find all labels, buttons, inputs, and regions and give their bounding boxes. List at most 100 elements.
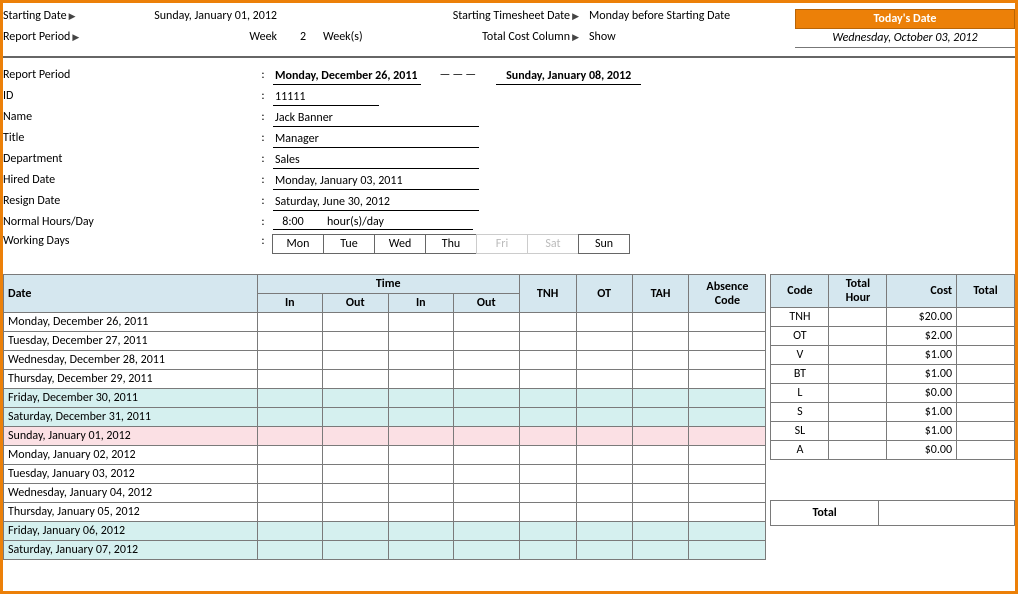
info-department-value[interactable]: Sales — [273, 152, 479, 169]
timesheet-cell[interactable] — [388, 408, 453, 427]
codes-code-cell[interactable]: BT — [771, 365, 829, 384]
codes-row[interactable]: A$0.00 — [771, 441, 1015, 460]
codes-total-cell[interactable] — [957, 441, 1015, 460]
codes-hour-cell[interactable] — [829, 327, 887, 346]
timesheet-cell[interactable] — [632, 408, 689, 427]
timesheet-cell[interactable] — [388, 313, 453, 332]
timesheet-date-cell[interactable]: Tuesday, December 27, 2011 — [4, 332, 258, 351]
table-row[interactable]: Monday, January 02, 2012 — [4, 446, 766, 465]
timesheet-cell[interactable] — [453, 522, 519, 541]
codes-hour-cell[interactable] — [829, 308, 887, 327]
info-report-period-start[interactable]: Monday, December 26, 2011 — [273, 68, 421, 85]
timesheet-cell[interactable] — [453, 541, 519, 560]
table-row[interactable]: Friday, January 06, 2012 — [4, 522, 766, 541]
codes-hour-cell[interactable] — [829, 441, 887, 460]
timesheet-cell[interactable] — [322, 427, 388, 446]
timesheet-cell[interactable] — [388, 541, 453, 560]
timesheet-cell[interactable] — [257, 541, 322, 560]
timesheet-cell[interactable] — [453, 503, 519, 522]
timesheet-cell[interactable] — [632, 446, 689, 465]
timesheet-cell[interactable] — [689, 427, 766, 446]
timesheet-cell[interactable] — [322, 389, 388, 408]
timesheet-cell[interactable] — [632, 427, 689, 446]
codes-total-cell[interactable] — [957, 327, 1015, 346]
timesheet-cell[interactable] — [453, 332, 519, 351]
timesheet-cell[interactable] — [388, 332, 453, 351]
timesheet-cell[interactable] — [689, 522, 766, 541]
working-day-thu[interactable]: Thu — [425, 234, 477, 254]
info-resign-value[interactable]: Saturday, June 30, 2012 — [273, 194, 479, 211]
info-title-value[interactable]: Manager — [273, 131, 479, 148]
timesheet-cell[interactable] — [257, 465, 322, 484]
timesheet-cell[interactable] — [453, 389, 519, 408]
timesheet-cell[interactable] — [689, 408, 766, 427]
timesheet-cell[interactable] — [388, 465, 453, 484]
working-day-mon[interactable]: Mon — [272, 234, 324, 254]
timesheet-cell[interactable] — [689, 541, 766, 560]
starting-timesheet-label[interactable]: Starting Timesheet Date — [409, 9, 579, 28]
working-day-fri[interactable]: Fri — [476, 234, 528, 254]
timesheet-cell[interactable] — [322, 408, 388, 427]
timesheet-cell[interactable] — [689, 465, 766, 484]
timesheet-cell[interactable] — [632, 465, 689, 484]
timesheet-cell[interactable] — [519, 389, 576, 408]
timesheet-cell[interactable] — [388, 389, 453, 408]
info-hired-value[interactable]: Monday, January 03, 2011 — [273, 173, 479, 190]
timesheet-date-cell[interactable]: Saturday, January 07, 2012 — [4, 541, 258, 560]
codes-cost-cell[interactable]: $1.00 — [887, 403, 957, 422]
timesheet-cell[interactable] — [519, 522, 576, 541]
timesheet-cell[interactable] — [519, 465, 576, 484]
timesheet-cell[interactable] — [257, 389, 322, 408]
codes-code-cell[interactable]: S — [771, 403, 829, 422]
codes-cost-cell[interactable]: $0.00 — [887, 384, 957, 403]
timesheet-cell[interactable] — [322, 522, 388, 541]
codes-hour-cell[interactable] — [829, 422, 887, 441]
timesheet-cell[interactable] — [632, 313, 689, 332]
timesheet-cell[interactable] — [576, 389, 632, 408]
table-row[interactable]: Thursday, December 29, 2011 — [4, 370, 766, 389]
timesheet-cell[interactable] — [689, 313, 766, 332]
timesheet-cell[interactable] — [519, 503, 576, 522]
timesheet-cell[interactable] — [519, 541, 576, 560]
timesheet-cell[interactable] — [453, 351, 519, 370]
codes-hour-cell[interactable] — [829, 365, 887, 384]
timesheet-cell[interactable] — [322, 370, 388, 389]
codes-table[interactable]: Code Total Hour Cost Total TNH$20.00OT$2… — [770, 274, 1015, 460]
info-name-value[interactable]: Jack Banner — [273, 110, 479, 127]
timesheet-cell[interactable] — [322, 503, 388, 522]
timesheet-cell[interactable] — [689, 332, 766, 351]
starting-date-label[interactable]: Starting Date — [3, 9, 123, 28]
codes-code-cell[interactable]: SL — [771, 422, 829, 441]
timesheet-cell[interactable] — [632, 541, 689, 560]
timesheet-cell[interactable] — [388, 427, 453, 446]
timesheet-cell[interactable] — [322, 332, 388, 351]
codes-cost-cell[interactable]: $1.00 — [887, 346, 957, 365]
timesheet-cell[interactable] — [576, 408, 632, 427]
timesheet-date-cell[interactable]: Monday, December 26, 2011 — [4, 313, 258, 332]
timesheet-cell[interactable] — [257, 484, 322, 503]
working-day-tue[interactable]: Tue — [323, 234, 375, 254]
working-day-sat[interactable]: Sat — [527, 234, 579, 254]
info-normal-hours-value[interactable]: 8:00 — [273, 215, 313, 229]
timesheet-cell[interactable] — [322, 465, 388, 484]
timesheet-date-cell[interactable]: Tuesday, January 03, 2012 — [4, 465, 258, 484]
timesheet-cell[interactable] — [257, 351, 322, 370]
timesheet-table[interactable]: Date Time TNH OT TAH Absence Code In Out… — [3, 274, 766, 560]
codes-row[interactable]: OT$2.00 — [771, 327, 1015, 346]
timesheet-date-cell[interactable]: Wednesday, January 04, 2012 — [4, 484, 258, 503]
timesheet-cell[interactable] — [257, 446, 322, 465]
timesheet-cell[interactable] — [689, 503, 766, 522]
timesheet-cell[interactable] — [257, 408, 322, 427]
timesheet-cell[interactable] — [453, 446, 519, 465]
timesheet-cell[interactable] — [519, 370, 576, 389]
timesheet-cell[interactable] — [519, 446, 576, 465]
timesheet-date-cell[interactable]: Sunday, January 01, 2012 — [4, 427, 258, 446]
timesheet-date-cell[interactable]: Wednesday, December 28, 2011 — [4, 351, 258, 370]
codes-hour-cell[interactable] — [829, 346, 887, 365]
timesheet-cell[interactable] — [632, 351, 689, 370]
timesheet-cell[interactable] — [453, 465, 519, 484]
table-row[interactable]: Monday, December 26, 2011 — [4, 313, 766, 332]
timesheet-cell[interactable] — [388, 351, 453, 370]
codes-row[interactable]: TNH$20.00 — [771, 308, 1015, 327]
working-day-wed[interactable]: Wed — [374, 234, 426, 254]
